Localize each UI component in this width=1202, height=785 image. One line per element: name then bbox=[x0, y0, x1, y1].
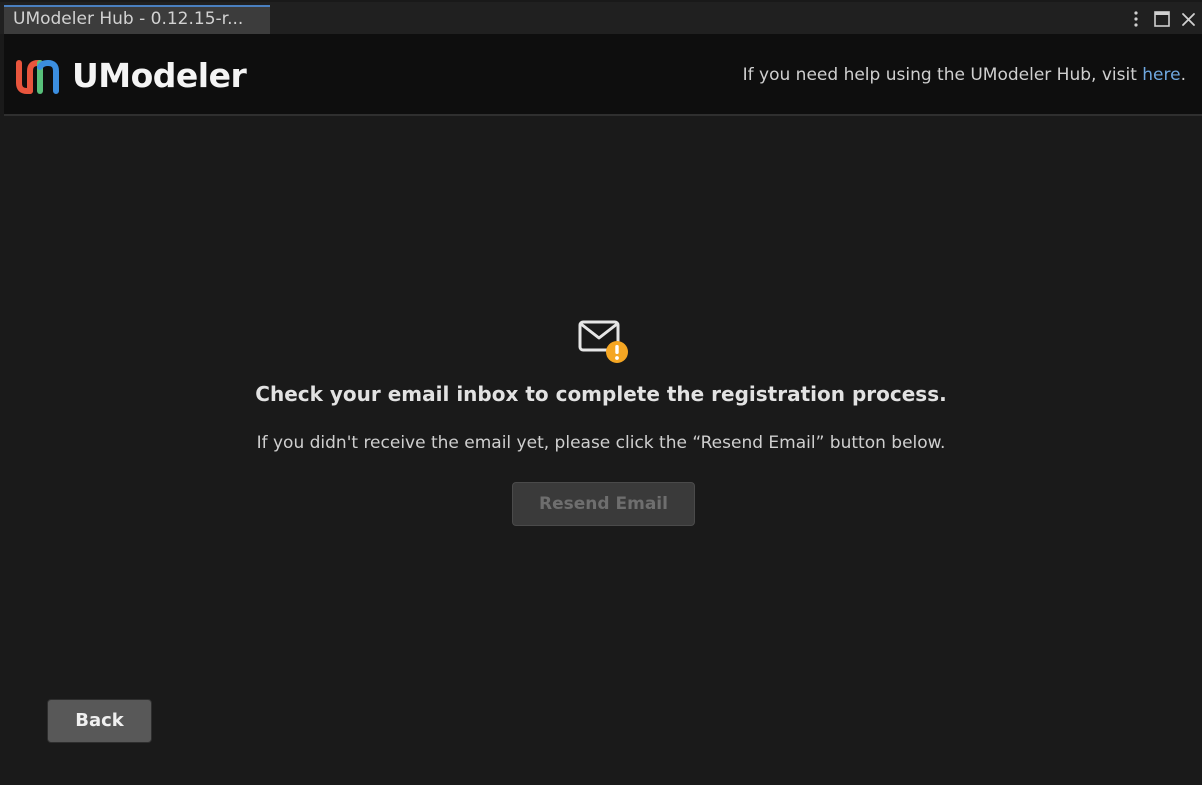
resend-instructions: If you didn't receive the email yet, ple… bbox=[256, 433, 946, 453]
back-button[interactable]: Back bbox=[47, 699, 152, 743]
window-controls bbox=[1128, 8, 1196, 30]
maximize-icon[interactable] bbox=[1154, 10, 1170, 28]
mail-alert-icon bbox=[578, 320, 630, 364]
umodeler-hub-window: UModeler Hub - 0.12.15-r... UModeler If … bbox=[0, 0, 1202, 785]
tab-bar: UModeler Hub - 0.12.15-r... bbox=[0, 0, 1202, 34]
logo-text: UModeler bbox=[72, 56, 247, 95]
help-label: If you need help using the UModeler Hub,… bbox=[742, 65, 1143, 85]
tab-umodeler-hub[interactable]: UModeler Hub - 0.12.15-r... bbox=[4, 5, 270, 34]
more-vertical-icon[interactable] bbox=[1128, 10, 1144, 28]
tab-title: UModeler Hub - 0.12.15-r... bbox=[13, 9, 244, 29]
help-suffix: . bbox=[1180, 65, 1186, 85]
help-text: If you need help using the UModeler Hub,… bbox=[743, 63, 1186, 87]
close-icon[interactable] bbox=[1180, 10, 1196, 28]
main-content: Check your email inbox to complete the r… bbox=[0, 116, 1202, 785]
resend-email-button[interactable]: Resend Email bbox=[512, 482, 695, 526]
page-heading: Check your email inbox to complete the r… bbox=[255, 382, 947, 406]
help-link[interactable]: here bbox=[1142, 65, 1180, 85]
umodeler-logo: UModeler bbox=[16, 56, 247, 96]
umodeler-logo-mark bbox=[16, 59, 59, 94]
hub-header: UModeler If you need help using the UMod… bbox=[4, 34, 1202, 116]
